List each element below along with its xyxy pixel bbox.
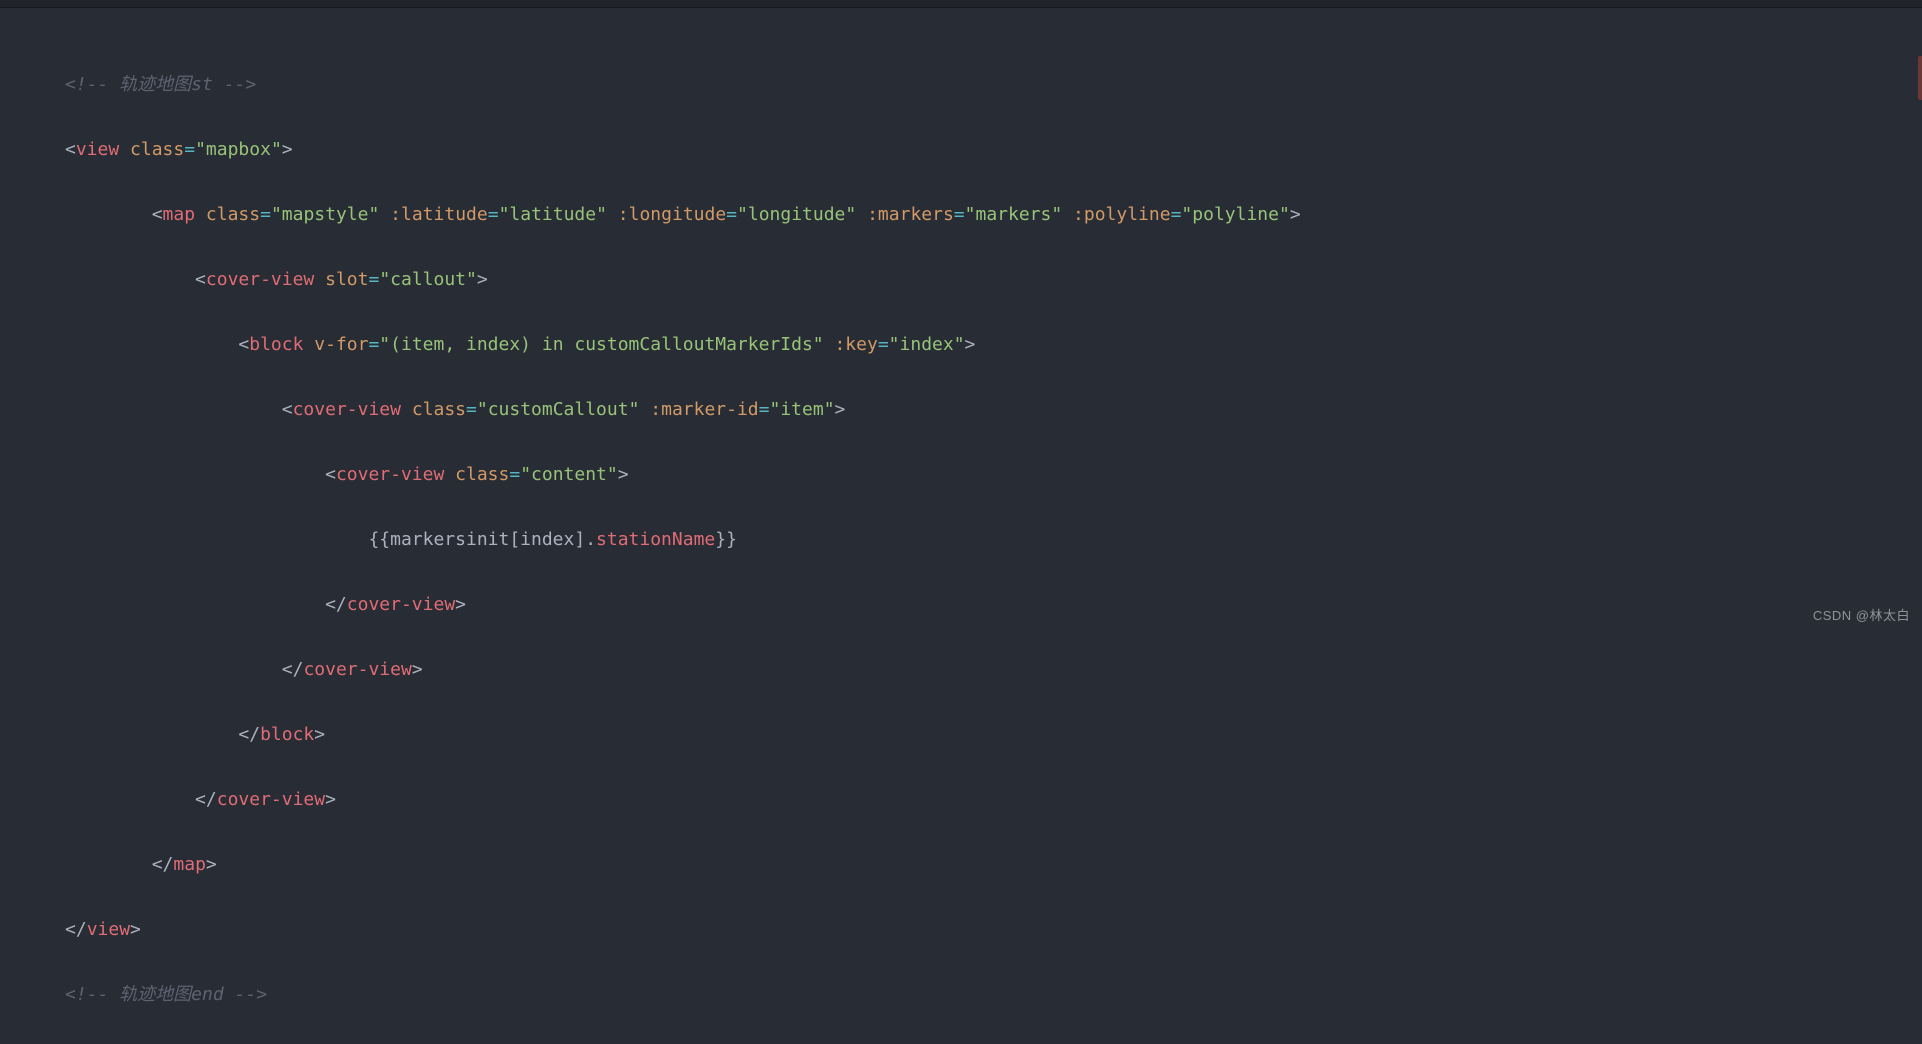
code-line: <!-- 轨迹地图end --> bbox=[65, 979, 1922, 1012]
minimap-diff-marker bbox=[1918, 56, 1922, 100]
code-line: <cover-view slot="callout"> bbox=[65, 264, 1922, 297]
code-line: </map> bbox=[65, 849, 1922, 882]
watermark: CSDN @林太白 bbox=[1813, 600, 1910, 633]
comment: <!-- 轨迹地图st --> bbox=[65, 74, 256, 95]
code-line: <!-- 轨迹地图st --> bbox=[65, 69, 1922, 102]
editor-topbar bbox=[0, 0, 1922, 8]
code-line: <map class="mapstyle" :latitude="latitud… bbox=[65, 199, 1922, 232]
code-line: <cover-view class="customCallout" :marke… bbox=[65, 394, 1922, 427]
code-editor[interactable]: <!-- 轨迹地图st --> <view class="mapbox"> <m… bbox=[0, 8, 1922, 1044]
code-line: <cover-view class="content"> bbox=[65, 459, 1922, 492]
code-line: {{markersinit[index].stationName}} bbox=[65, 524, 1922, 557]
code-line: </cover-view> bbox=[65, 589, 1922, 622]
code-line: <block v-for="(item, index) in customCal… bbox=[65, 329, 1922, 362]
code-line: </cover-view> bbox=[65, 784, 1922, 817]
code-line: </view> bbox=[65, 914, 1922, 947]
comment: <!-- 轨迹地图end --> bbox=[65, 984, 267, 1005]
code-line: </block> bbox=[65, 719, 1922, 752]
code-line: </cover-view> bbox=[65, 654, 1922, 687]
code-line: <view class="mapbox"> bbox=[65, 134, 1922, 167]
scrollbar-track[interactable] bbox=[1908, 8, 1922, 640]
